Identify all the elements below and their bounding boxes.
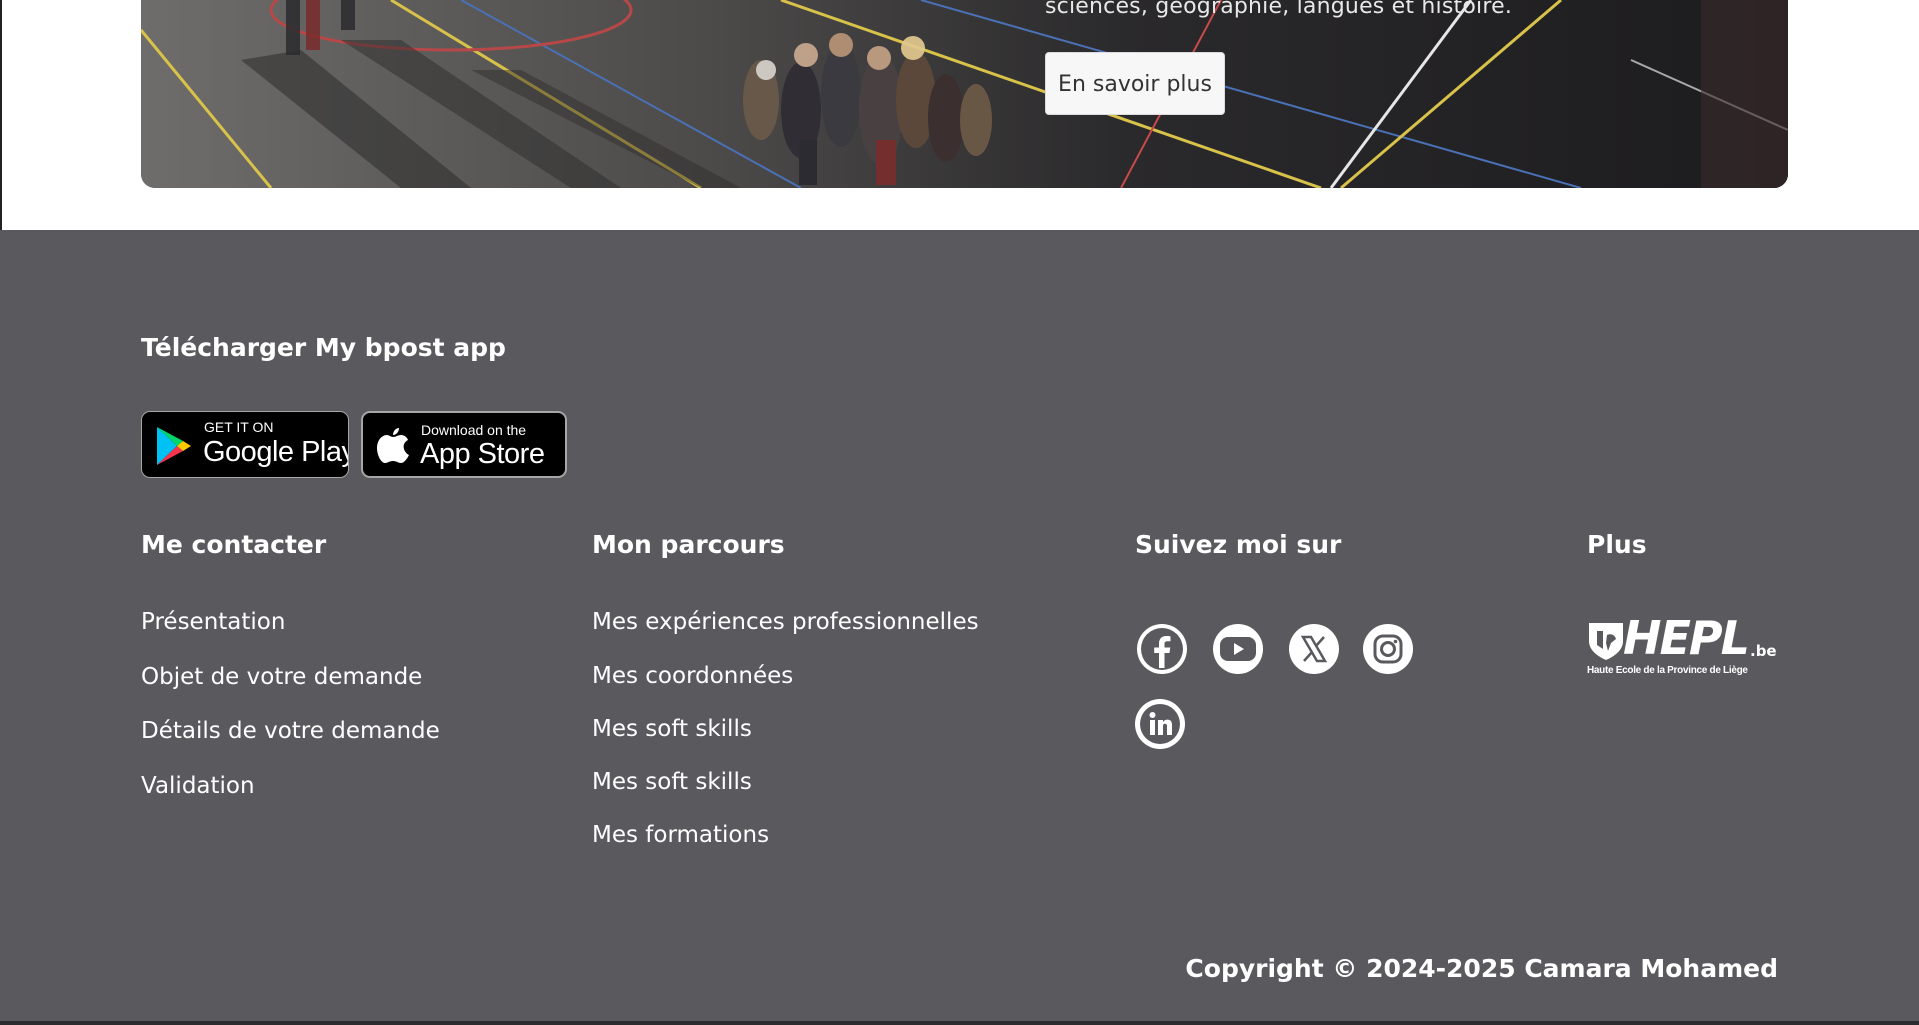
app-store-badge[interactable]: Download on the App Store	[361, 411, 567, 478]
page: sciences, géographie, langues et histoir…	[0, 0, 1919, 1025]
hepl-logo-suffix: .be	[1750, 642, 1777, 660]
hepl-logo-text: HEPL	[1623, 611, 1750, 665]
google-play-badge[interactable]: GET IT ON Google Play	[141, 411, 349, 478]
youtube-icon[interactable]	[1213, 624, 1263, 674]
footer-link-objet-demande[interactable]: Objet de votre demande	[141, 664, 422, 690]
facebook-icon[interactable]	[1137, 624, 1187, 674]
footer-link-soft-skills-2[interactable]: Mes soft skills	[592, 769, 752, 795]
hero-banner: sciences, géographie, langues et histoir…	[141, 0, 1788, 188]
footer-bottom-border	[0, 1021, 1919, 1025]
app-store-big-text: App Store	[420, 438, 545, 470]
copyright-text: Copyright © 2024-2025 Camara Mohamed	[1185, 954, 1778, 983]
contact-column-title: Me contacter	[141, 530, 327, 559]
social-column-title: Suivez moi sur	[1135, 530, 1342, 559]
instagram-icon[interactable]	[1363, 624, 1413, 674]
linkedin-icon[interactable]	[1135, 699, 1185, 749]
hepl-logo[interactable]: HEPL .be Haute Ecole de la Province de L…	[1587, 611, 1779, 679]
footer-link-coordonnees[interactable]: Mes coordonnées	[592, 663, 793, 689]
footer-link-formations[interactable]: Mes formations	[592, 822, 769, 848]
hero-description: sciences, géographie, langues et histoir…	[1045, 0, 1513, 19]
footer: Télécharger My bpost app GET IT ON Googl…	[0, 230, 1919, 1021]
hepl-logo-caption: Haute Ecole de la Province de Liège	[1587, 665, 1748, 676]
app-store-small-text: Download on the	[421, 422, 527, 438]
footer-link-experiences[interactable]: Mes expériences professionnelles	[592, 609, 979, 635]
parcours-column-title: Mon parcours	[592, 530, 785, 559]
google-play-icon	[157, 427, 191, 465]
app-download-title: Télécharger My bpost app	[141, 333, 506, 362]
footer-link-details-demande[interactable]: Détails de votre demande	[141, 718, 440, 744]
footer-link-presentation[interactable]: Présentation	[141, 609, 285, 635]
hero-photo	[141, 0, 1788, 188]
plus-column-title: Plus	[1587, 530, 1647, 559]
footer-link-soft-skills[interactable]: Mes soft skills	[592, 716, 752, 742]
learn-more-button[interactable]: En savoir plus	[1045, 52, 1225, 115]
hepl-shield-icon	[1589, 623, 1623, 660]
window-edge	[0, 0, 2, 230]
apple-icon	[377, 428, 409, 463]
footer-link-validation[interactable]: Validation	[141, 773, 255, 799]
google-play-big-text: Google Play	[203, 436, 349, 468]
x-icon[interactable]	[1289, 624, 1339, 674]
google-play-small-text: GET IT ON	[204, 419, 274, 435]
